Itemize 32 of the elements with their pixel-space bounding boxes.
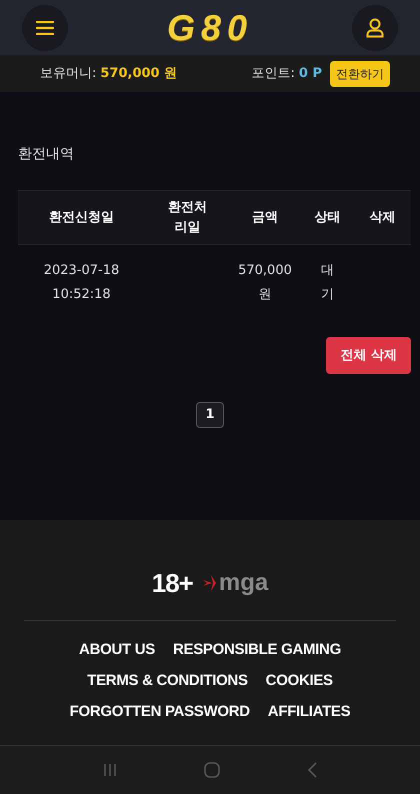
page-button[interactable]: 1 xyxy=(196,402,224,428)
footer-link[interactable]: AFFILIATES xyxy=(268,701,350,722)
menu-button[interactable] xyxy=(22,4,68,50)
footer-link[interactable]: ABOUT US xyxy=(79,639,155,660)
table-cell-text: 대기 xyxy=(320,262,334,304)
footer-link[interactable]: RESPONSIBLE GAMING xyxy=(172,639,341,660)
recent-apps-icon[interactable] xyxy=(102,762,118,778)
column-header: 환전신청일 xyxy=(49,208,114,227)
age-rating-text: 18+ xyxy=(152,566,193,600)
back-icon[interactable] xyxy=(306,761,318,779)
license-logo: mga xyxy=(218,568,268,598)
table-cell-text: 570,000 원 xyxy=(237,262,293,304)
money-label: 보유머니: xyxy=(40,64,96,83)
table-cell-text: 2023-07-18 10:52:18 xyxy=(42,262,120,304)
footer-link[interactable]: FORGOTTEN PASSWORD xyxy=(70,701,250,722)
column-header: 삭제 xyxy=(370,208,396,227)
menu-icon xyxy=(36,20,54,34)
column-header: 상태 xyxy=(314,208,340,227)
column-header: 금액 xyxy=(252,208,278,227)
convert-button[interactable]: 전환하기 xyxy=(330,60,390,86)
points-label: 포인트: xyxy=(252,64,295,83)
delete-all-button[interactable]: 전체 삭제 xyxy=(326,337,411,374)
footer-link[interactable]: TERMS & CONDITIONS xyxy=(87,670,248,691)
logo: G80 xyxy=(166,6,254,50)
user-icon xyxy=(366,18,384,38)
footer-link[interactable]: COOKIES xyxy=(266,670,333,691)
money-value: 570,000 원 xyxy=(100,64,178,83)
section-title: 환전내역 xyxy=(18,145,74,164)
points-value: 0 P xyxy=(298,64,322,83)
home-icon[interactable] xyxy=(202,761,221,779)
column-header: 환전처리일 xyxy=(167,199,208,236)
arrow-icon xyxy=(202,574,219,592)
